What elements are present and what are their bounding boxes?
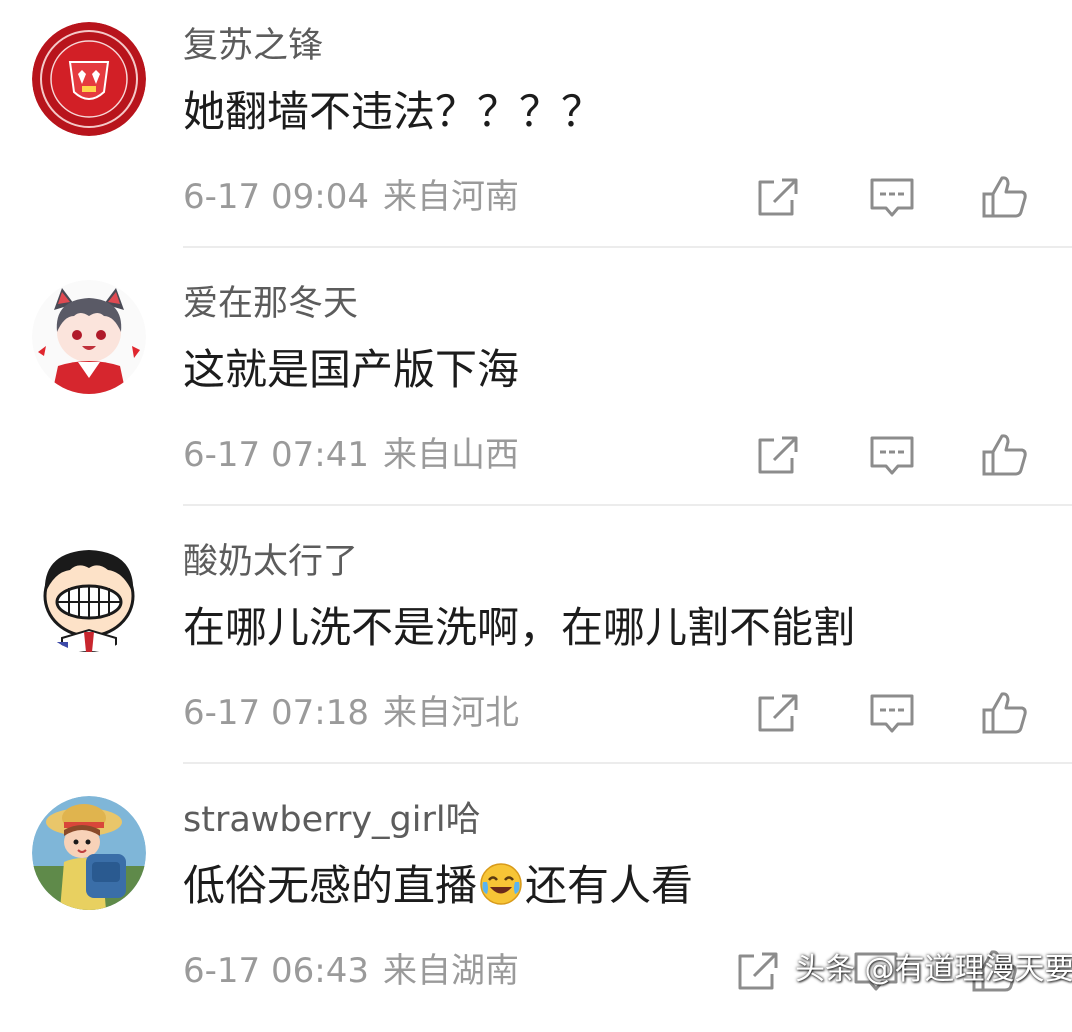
like-button[interactable] [978, 174, 1030, 220]
share-button[interactable] [752, 432, 804, 478]
comment-item: 酸奶太行了 在哪儿洗不是洗啊，在哪儿割不能割 6-17 07:18 来自河北 [0, 516, 1072, 774]
share-icon [758, 436, 798, 474]
thumbs-up-icon [982, 692, 1027, 734]
share-icon [758, 694, 798, 732]
location: 来自山西 [382, 435, 519, 475]
username[interactable]: 复苏之锋 [183, 22, 323, 70]
avatar[interactable] [32, 280, 146, 394]
share-button[interactable] [732, 948, 784, 994]
comment-actions [752, 174, 1042, 220]
comment-item: 复苏之锋 她翻墙不违法？？？？ 6-17 09:04 来自河南 [0, 0, 1072, 258]
cartoon-girl-icon [32, 796, 146, 910]
timestamp: 6-17 09:04 [183, 177, 369, 217]
location: 来自河北 [382, 693, 519, 733]
comment-text-before: 低俗无感的直播 [183, 861, 478, 910]
divider [183, 246, 1072, 248]
divider [183, 504, 1072, 506]
comment-actions [752, 432, 1042, 478]
location: 来自河南 [382, 177, 519, 217]
reply-button[interactable] [866, 174, 918, 220]
like-button[interactable] [978, 432, 1030, 478]
timestamp: 6-17 06:43 [183, 951, 369, 991]
username[interactable]: 酸奶太行了 [183, 538, 358, 586]
share-icon [738, 952, 778, 990]
divider [183, 762, 1072, 764]
username[interactable]: 爱在那冬天 [183, 280, 358, 328]
cartoon-boy-icon [32, 538, 146, 652]
timestamp: 6-17 07:41 [183, 435, 369, 475]
comment-text: 低俗无感的直播 还有人看 [183, 858, 693, 914]
share-button[interactable] [752, 174, 804, 220]
timestamp: 6-17 07:18 [183, 693, 369, 733]
reply-button[interactable] [866, 690, 918, 736]
comment-meta: 6-17 09:04 来自河南 [183, 174, 519, 220]
thumbs-up-icon [982, 434, 1027, 476]
reply-button[interactable] [866, 432, 918, 478]
share-icon [758, 178, 798, 216]
reply-icon [870, 694, 914, 733]
anime-character-icon [32, 280, 146, 394]
manchester-united-crest-icon [32, 22, 146, 136]
comment-text: 她翻墙不违法？？？？ [183, 87, 604, 136]
location: 来自湖南 [382, 951, 519, 991]
comment-meta: 6-17 07:18 来自河北 [183, 690, 519, 736]
avatar[interactable] [32, 796, 146, 910]
comment-item: strawberry_girl哈 低俗无感的直播 还有人看 6-17 06:43 来… [0, 774, 1072, 1032]
comment-text: 这就是国产版下海 [183, 345, 520, 394]
username[interactable]: strawberry_girl哈 [183, 796, 481, 844]
comment-text-after: 还有人看 [525, 861, 694, 910]
laughing-crying-emoji-icon [479, 862, 523, 906]
comment-text: 在哪儿洗不是洗啊，在哪儿割不能割 [183, 603, 856, 652]
comment-meta: 6-17 06:43 来自湖南 [183, 948, 519, 994]
avatar[interactable] [32, 538, 146, 652]
reply-icon [870, 436, 914, 475]
share-button[interactable] [752, 690, 804, 736]
like-button[interactable] [978, 690, 1030, 736]
comment-meta: 6-17 07:41 来自山西 [183, 432, 519, 478]
comment-actions [752, 690, 1042, 736]
comment-item: 爱在那冬天 这就是国产版下海 6-17 07:41 来自山西 [0, 258, 1072, 516]
thumbs-up-icon [982, 176, 1027, 218]
reply-icon [870, 178, 914, 217]
watermark: 头条 @有道理漫天要 [795, 952, 1072, 987]
avatar[interactable] [32, 22, 146, 136]
